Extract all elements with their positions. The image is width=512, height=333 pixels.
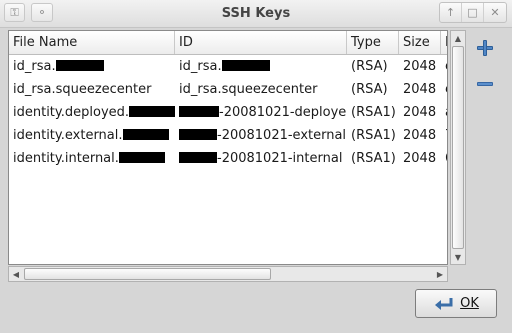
redaction-bar <box>118 152 165 163</box>
close-icon[interactable]: ✕ <box>484 3 506 22</box>
cell-type: (RSA1) <box>351 105 396 120</box>
cell-fingerprint: 7 <box>441 124 447 147</box>
cell-fingerprint: c <box>441 55 447 78</box>
cell-file-name: id_rsa. <box>9 55 175 78</box>
table-row[interactable]: identity.deployed. -20081021-deployed (R… <box>9 101 447 124</box>
table-body: id_rsa. id_rsa. (RSA) 2048 c id_rsa.sque… <box>9 55 447 264</box>
cell-type: (RSA1) <box>351 128 396 143</box>
cell-fingerprint: a <box>441 101 447 124</box>
up-arrow-icon[interactable]: ↑ <box>440 3 462 22</box>
table-row[interactable]: identity.internal. -20081021-internal (R… <box>9 147 447 170</box>
cell-fingerprint: 6 <box>441 147 447 170</box>
cell-size: 2048 <box>403 105 437 120</box>
cell-file-name: id_rsa.squeezecenter <box>13 82 152 97</box>
ssh-keys-table: File Name ID Type Size F id_rsa. id_rsa.… <box>8 30 448 265</box>
redaction-bar <box>179 106 219 117</box>
return-arrow-icon <box>433 296 455 312</box>
scroll-right-arrow-icon[interactable]: ▶ <box>433 267 447 281</box>
window-title: SSH Keys <box>221 6 291 21</box>
add-key-button[interactable] <box>476 39 494 57</box>
vertical-scroll-thumb[interactable] <box>452 46 464 249</box>
redaction-bar <box>221 60 270 71</box>
redaction-bar <box>129 106 175 117</box>
cell-file-name: identity.deployed. <box>9 101 175 124</box>
table-row[interactable]: id_rsa.squeezecenter id_rsa.squeezecente… <box>9 78 447 101</box>
ok-button[interactable]: OK <box>415 289 497 318</box>
horizontal-scrollbar[interactable]: ◀ ▶ <box>8 266 448 282</box>
column-type[interactable]: Type <box>347 31 399 54</box>
column-file-name[interactable]: File Name <box>9 31 175 54</box>
cell-size: 2048 <box>403 151 437 166</box>
cell-size: 2048 <box>403 59 437 74</box>
column-fingerprint[interactable]: F <box>441 31 447 54</box>
vertical-scrollbar[interactable]: ▲ ▼ <box>450 30 466 265</box>
cell-size: 2048 <box>403 82 437 97</box>
cell-type: (RSA) <box>351 59 388 74</box>
cell-id: -20081021-internal <box>175 147 347 170</box>
redaction-bar <box>179 129 217 140</box>
ok-button-label: OK <box>460 296 479 311</box>
column-size[interactable]: Size <box>399 31 441 54</box>
table-row[interactable]: id_rsa. id_rsa. (RSA) 2048 c <box>9 55 447 78</box>
maximize-icon[interactable]: □ <box>462 3 484 22</box>
scroll-left-arrow-icon[interactable]: ◀ <box>9 267 23 281</box>
window-controls: ↑ □ ✕ <box>439 2 507 23</box>
horizontal-scroll-thumb[interactable] <box>24 268 271 280</box>
redaction-bar <box>55 60 104 71</box>
table-row[interactable]: identity.external. -20081021-external (R… <box>9 124 447 147</box>
column-id[interactable]: ID <box>175 31 347 54</box>
remove-key-button[interactable] <box>476 75 494 93</box>
cell-id: -20081021-external <box>175 124 347 147</box>
redaction-bar <box>122 129 169 140</box>
cell-file-name: identity.internal. <box>9 147 175 170</box>
scroll-down-arrow-icon[interactable]: ▼ <box>451 250 465 264</box>
cell-type: (RSA) <box>351 82 388 97</box>
cell-size: 2048 <box>403 128 437 143</box>
cell-type: (RSA1) <box>351 151 396 166</box>
redaction-bar <box>179 152 217 163</box>
cell-id: id_rsa.squeezecenter <box>179 82 318 97</box>
title-bar: ⚿ ⚬ SSH Keys ↑ □ ✕ <box>0 0 512 28</box>
cell-file-name: identity.external. <box>9 124 175 147</box>
cell-fingerprint: e <box>441 78 447 101</box>
table-header: File Name ID Type Size F <box>9 31 447 55</box>
cell-id: -20081021-deployed <box>175 101 347 124</box>
scroll-up-arrow-icon[interactable]: ▲ <box>451 31 465 45</box>
cell-id: id_rsa. <box>175 55 347 78</box>
